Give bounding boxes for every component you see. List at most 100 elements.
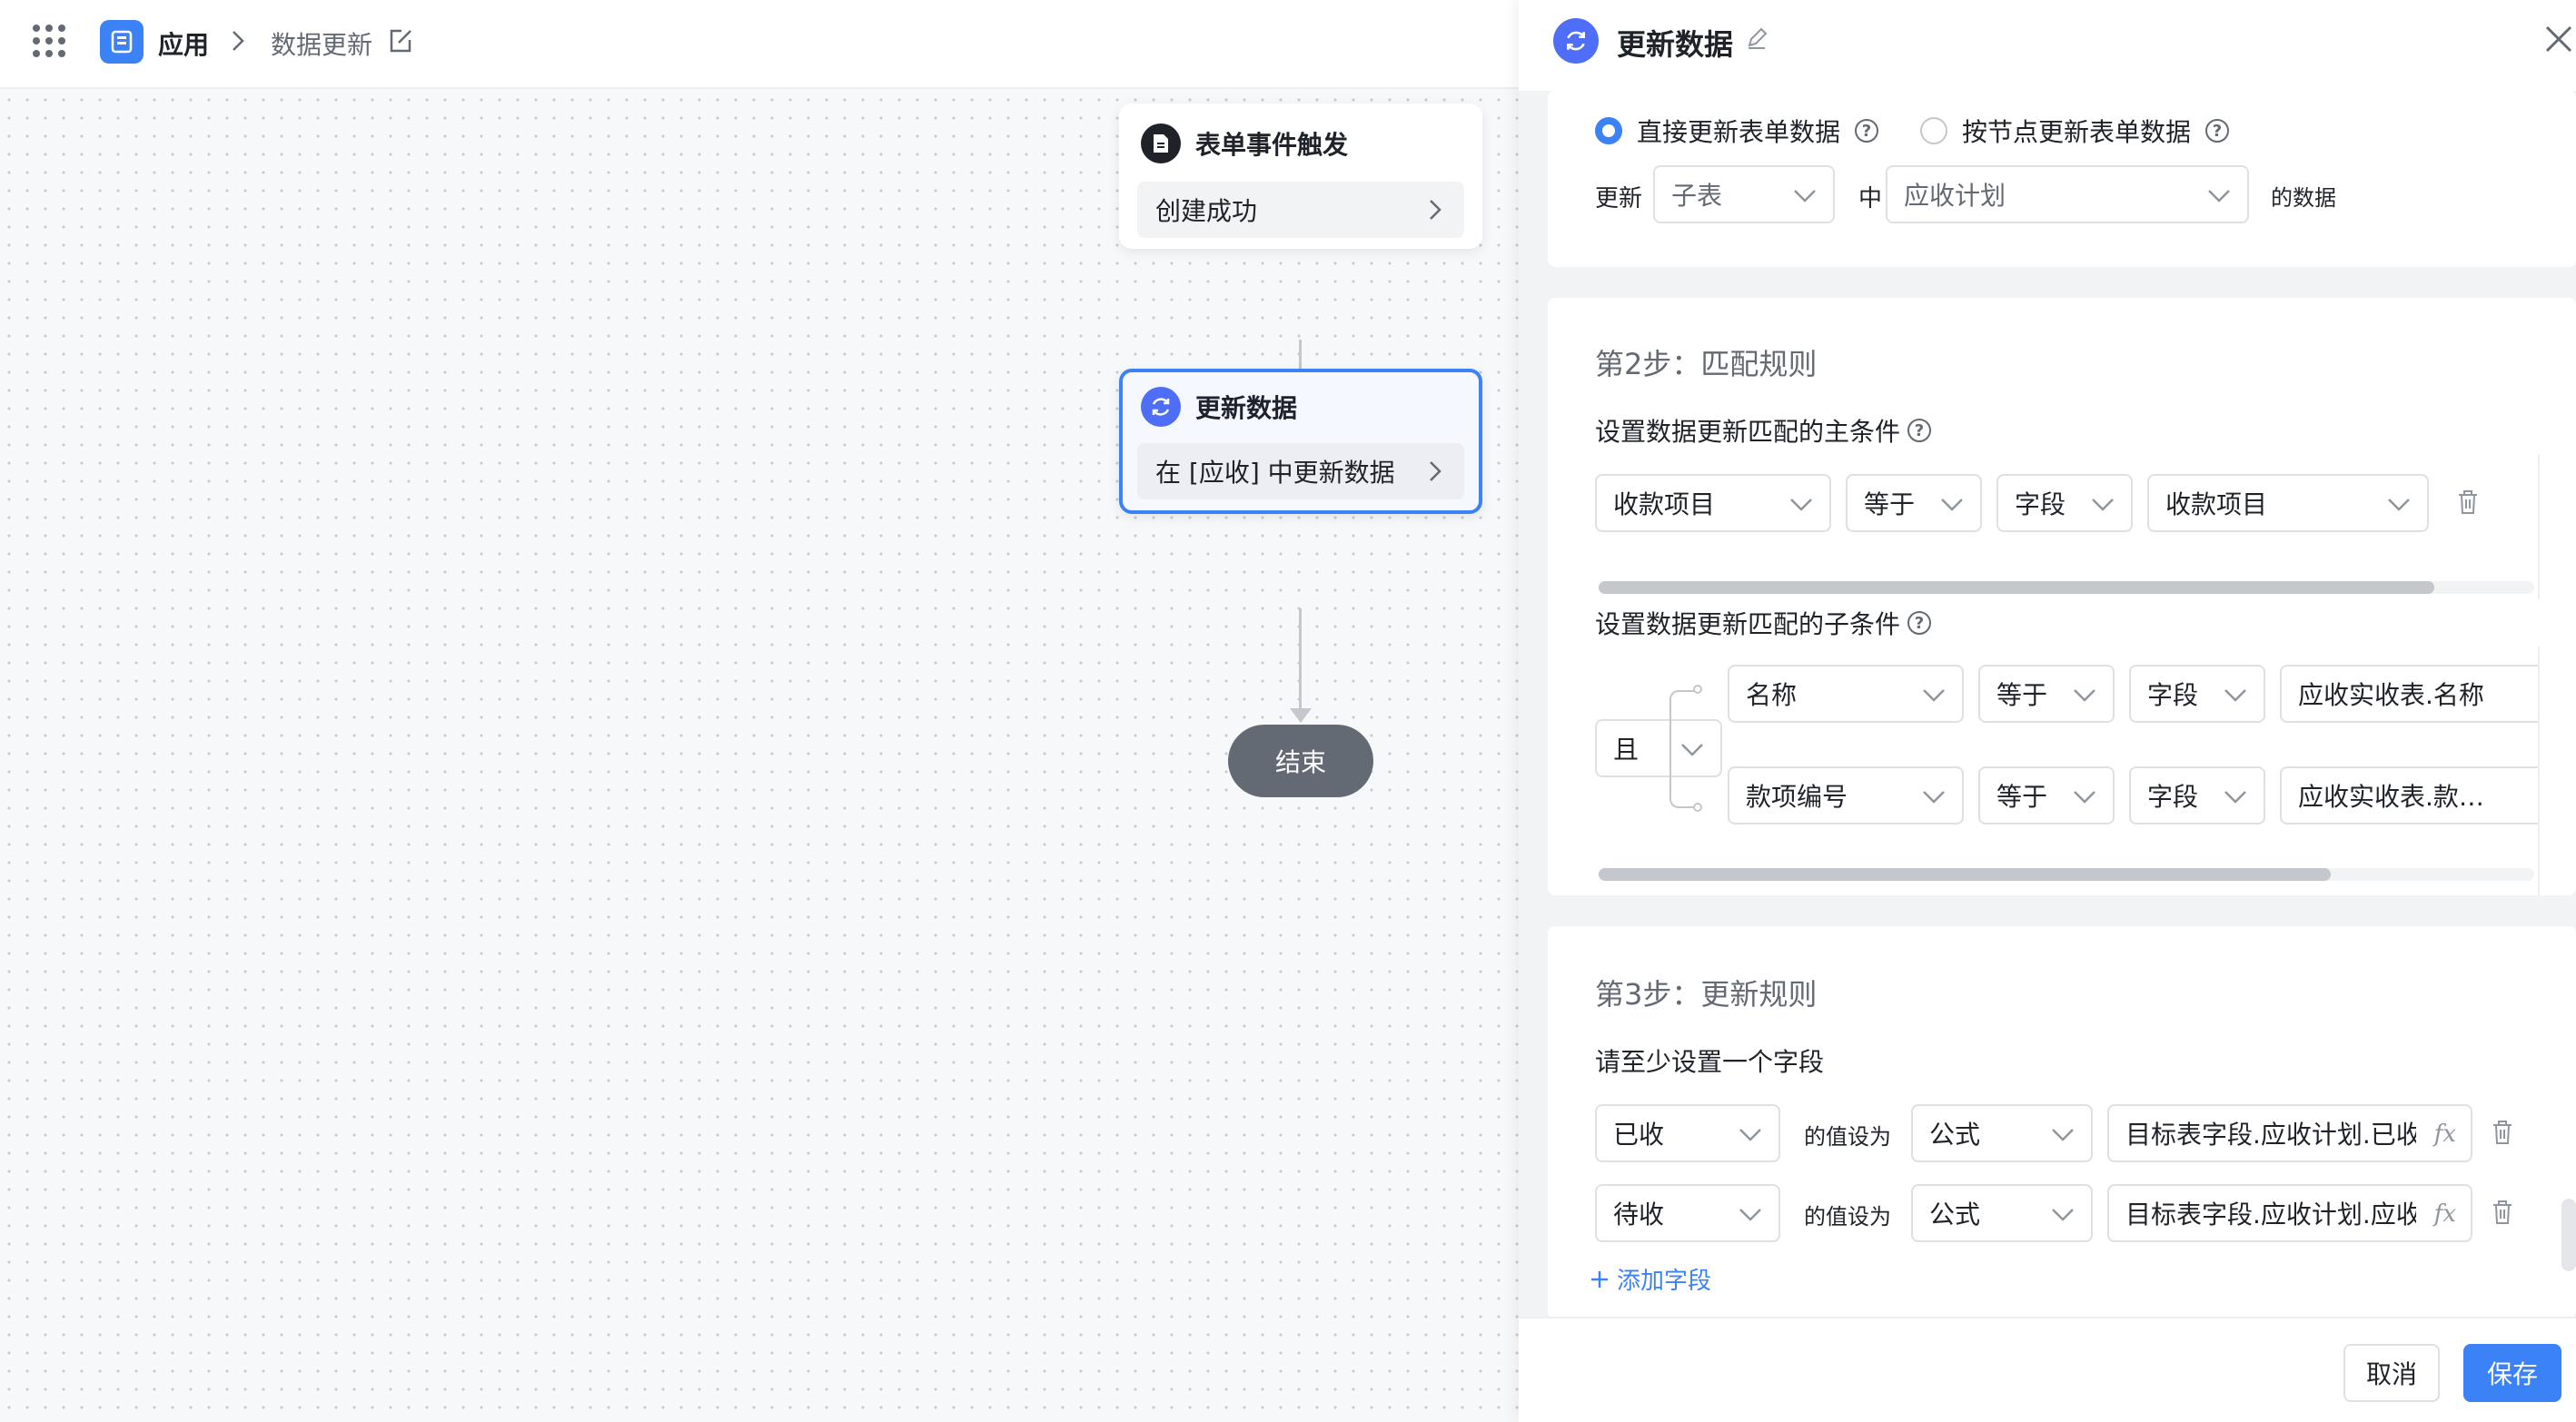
chevron-down-icon [2388, 499, 2410, 511]
trigger-node-body[interactable]: 创建成功 [1137, 182, 1464, 238]
radio-selected[interactable] [1595, 117, 1622, 144]
panel-header: 更新数据 [1519, 0, 2576, 91]
trash-icon[interactable] [2456, 489, 2480, 516]
in-label: 中 [1858, 185, 1883, 212]
rule2-formula-text: 目标表字段.应收计划.应收 [2125, 1200, 2416, 1229]
target-type-value: 子表 [1671, 181, 1723, 211]
main-field-select[interactable]: 收款项目 [1595, 474, 1831, 532]
app-logo-icon [100, 20, 144, 64]
add-field-button[interactable]: 添加字段 [1590, 1262, 1711, 1296]
update-node-body[interactable]: 在 [应收] 中更新数据 [1137, 443, 1464, 499]
chevron-down-icon [2092, 499, 2114, 511]
rule2-mode-select[interactable]: 公式 [1911, 1184, 2093, 1242]
help-icon[interactable]: ? [1855, 119, 1879, 143]
save-button[interactable]: 保存 [2463, 1344, 2561, 1402]
sub1-op-select[interactable]: 等于 [1978, 665, 2115, 723]
help-icon[interactable]: ? [2205, 119, 2230, 143]
target-table-select[interactable]: 应收计划 [1886, 165, 2249, 223]
chevron-right-icon [1430, 200, 1442, 220]
document-icon [1141, 123, 1181, 163]
plus-icon [1591, 1270, 1608, 1288]
breadcrumb-app[interactable]: 应用 [158, 25, 209, 62]
update-node-title: 更新数据 [1195, 393, 1298, 423]
chevron-down-icon [2074, 689, 2095, 702]
fx-icon[interactable]: fx [2434, 1200, 2456, 1228]
help-icon[interactable]: ? [1907, 611, 1932, 635]
connector-line [1299, 608, 1302, 708]
sub1-type-select[interactable]: 字段 [2129, 665, 2265, 723]
cancel-button[interactable]: 取消 [2343, 1344, 2440, 1402]
rule2-field-select[interactable]: 待收 [1595, 1184, 1780, 1242]
rule1-formula-text: 目标表字段.应收计划.已收 [2125, 1120, 2416, 1150]
sub2-field-select[interactable]: 款项编号 [1728, 766, 1964, 825]
sub2-type-value: 字段 [2147, 782, 2199, 812]
step2-card: 第2步：匹配规则 设置数据更新匹配的主条件 ? 收款项目 等于 字段 收款项目 … [1548, 298, 2576, 895]
main-scrollbar-thumb[interactable] [1599, 581, 2434, 594]
trash-icon[interactable] [2491, 1199, 2514, 1226]
main-value-select[interactable]: 收款项目 [2147, 474, 2429, 532]
sub2-type-select[interactable]: 字段 [2129, 766, 2265, 825]
pencil-icon[interactable] [1744, 25, 1769, 51]
trash-icon[interactable] [2491, 1119, 2514, 1146]
fx-icon[interactable]: fx [2434, 1121, 2456, 1148]
sub2-value-select[interactable]: 应收实收表.款… [2280, 766, 2538, 825]
main-condition-text: 设置数据更新匹配的主条件 [1595, 417, 1901, 447]
sub2-op-select[interactable]: 等于 [1978, 766, 2115, 825]
refresh-icon [1141, 387, 1181, 427]
update-node[interactable]: 更新数据 在 [应收] 中更新数据 [1119, 369, 1482, 514]
radio-node-label: 按节点更新表单数据 [1962, 117, 2192, 147]
panel-title: 更新数据 [1617, 27, 1734, 62]
edit-icon[interactable] [387, 27, 414, 54]
rule2-mode-value: 公式 [1929, 1200, 1981, 1229]
config-panel: 更新数据 直接更新表单数据 ? 按节点更新表单数据 ? 更新 子表 中 应收计划… [1519, 0, 2576, 1422]
radio-direct-label: 直接更新表单数据 [1637, 117, 1841, 147]
rule1-mode-select[interactable]: 公式 [1911, 1104, 2093, 1162]
rule1-field-select[interactable]: 已收 [1595, 1104, 1780, 1162]
update-node-summary: 在 [应收] 中更新数据 [1155, 458, 1395, 488]
chevron-down-icon [2224, 791, 2246, 804]
sub1-field-select[interactable]: 名称 [1728, 665, 1964, 723]
app-grid-icon[interactable] [33, 25, 65, 57]
update-label: 更新 [1595, 185, 1643, 212]
logic-select[interactable]: 且 [1595, 719, 1722, 777]
chevron-down-icon [1923, 689, 1945, 702]
chevron-down-icon [1739, 1129, 1761, 1141]
sub1-value-select[interactable]: 应收实收表.名称 [2280, 665, 2538, 723]
chevron-right-icon [233, 31, 244, 51]
step1-card: 直接更新表单数据 ? 按节点更新表单数据 ? 更新 子表 中 应收计划 的数据 [1548, 91, 2576, 267]
chevron-down-icon [1790, 499, 1812, 511]
step3-hint: 请至少设置一个字段 [1595, 1047, 1825, 1077]
sub2-op-value: 等于 [1996, 782, 2048, 812]
chevron-down-icon [2208, 190, 2230, 202]
target-table-value: 应收计划 [1904, 181, 2006, 211]
logic-tree-line [1669, 690, 1697, 808]
step2-title: 第2步：匹配规则 [1595, 347, 1818, 381]
sub-scrollbar-thumb[interactable] [1599, 868, 2331, 881]
add-field-label: 添加字段 [1617, 1268, 1712, 1295]
main-value-text: 收款项目 [2165, 489, 2268, 519]
chevron-down-icon [2074, 791, 2095, 804]
main-op-select[interactable]: 等于 [1846, 474, 1982, 532]
chevron-down-icon [1739, 1209, 1761, 1221]
panel-scrollbar[interactable] [2561, 1199, 2576, 1271]
help-icon[interactable]: ? [1907, 419, 1932, 442]
main-type-value: 字段 [2015, 489, 2066, 519]
main-type-select[interactable]: 字段 [1996, 474, 2133, 532]
trigger-node-event: 创建成功 [1155, 196, 1258, 226]
rule2-formula-input[interactable]: 目标表字段.应收计划.应收 fx [2107, 1184, 2472, 1242]
main-op-value: 等于 [1864, 489, 1916, 519]
target-type-select[interactable]: 子表 [1653, 165, 1835, 223]
logic-value: 且 [1613, 735, 1640, 765]
radio-unselected[interactable] [1920, 117, 1947, 144]
connector-arrow [1290, 708, 1312, 723]
sub1-op-value: 等于 [1996, 680, 2048, 710]
rule1-formula-input[interactable]: 目标表字段.应收计划.已收 fx [2107, 1104, 2472, 1162]
trigger-node[interactable]: 表单事件触发 创建成功 [1119, 104, 1482, 249]
chevron-down-icon [1923, 791, 1945, 804]
rule2-field-value: 待收 [1613, 1200, 1665, 1229]
close-icon[interactable] [2541, 22, 2576, 56]
refresh-icon [1553, 18, 1599, 64]
end-node[interactable]: 结束 [1228, 725, 1373, 797]
radio-node-update[interactable]: 按节点更新表单数据 ? [1920, 113, 2230, 149]
radio-direct-update[interactable]: 直接更新表单数据 ? [1595, 113, 1879, 149]
